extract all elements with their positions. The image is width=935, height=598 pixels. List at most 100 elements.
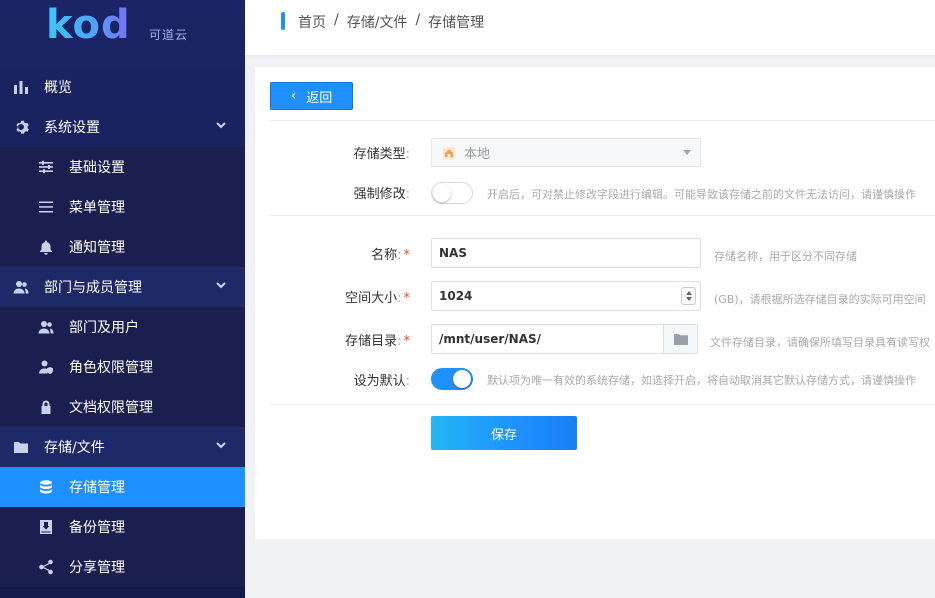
sidebar-item-storage-files[interactable]: 存储/文件 [0,427,245,467]
force-edit-toggle[interactable] [431,182,473,204]
divider [270,120,935,121]
label-colon: : [397,248,402,263]
size-input[interactable]: 1024 [431,281,701,311]
sidebar-item-label: 概览 [44,80,72,96]
sidebar-item-share-management[interactable]: 分享管理 [0,547,245,587]
sidebar-item-label: 基础设置 [69,160,125,176]
force-edit-label: 强制修改: [255,183,410,202]
default-hint: 默认项为唯一有效的系统存储，如选择开启，将自动取消其它默认存储方式，请谨慎操作 [487,374,916,387]
dir-hint: 文件存储目录，请确保所填写目录具有读写权 [710,336,930,349]
required-mark: * [403,248,411,263]
stepper-down-icon[interactable] [685,297,692,301]
sidebar-item-role-permissions[interactable]: 角色权限管理 [0,347,245,387]
storage-type-value: 本地 [464,147,491,162]
name-input-value: NAS [439,246,467,260]
label-colon: : [405,147,410,162]
chevron-down-icon [215,119,227,131]
sidebar-item-label: 通知管理 [69,240,125,256]
default-label-text: 设为默认 [353,374,406,389]
number-stepper[interactable] [681,287,696,305]
sidebar-item-label: 菜单管理 [69,200,125,216]
size-input-value: 1024 [439,289,473,303]
default-toggle[interactable] [431,368,473,390]
sidebar-item-menu-management[interactable]: 菜单管理 [0,187,245,227]
dir-input-value: /mnt/user/NAS/ [439,332,542,346]
gear-icon [12,118,30,136]
sidebar-item-basic-settings[interactable]: 基础设置 [0,147,245,187]
breadcrumb-accent-bar [281,12,285,30]
divider [270,215,935,216]
label-colon: : [397,334,402,349]
logo-mark: kod [46,2,131,48]
toggle-knob [433,184,451,202]
save-button-label: 保存 [490,427,517,443]
size-label-text: 空间大小 [345,291,398,306]
required-mark: * [403,334,411,349]
dir-label: 存储目录: * [255,330,410,349]
sidebar-item-label: 文档权限管理 [69,400,153,416]
storage-edit-panel: ‹ 返回 存储类型: 本地 强制修改: 开启后，可对禁止修改字段进行编辑。可能导… [255,67,935,539]
force-edit-label-text: 强制修改 [353,187,406,202]
back-button[interactable]: ‹ 返回 [270,82,353,110]
size-label: 空间大小: * [255,287,410,306]
browse-folder-button[interactable] [663,325,697,353]
share-icon [37,558,55,576]
breadcrumb-home[interactable]: 首页 [298,12,326,32]
label-colon: : [397,291,402,306]
user-shield-icon [37,358,55,376]
header: 首页 / 存储/文件 / 存储管理 [245,0,935,55]
save-button[interactable]: 保存 [431,416,577,450]
name-input[interactable]: NAS [431,238,701,268]
sidebar-item-label: 部门与成员管理 [44,280,142,296]
sidebar-item-label: 存储管理 [69,480,125,496]
lock-icon [37,398,55,416]
folder-icon [12,438,30,456]
sidebar-item-storage-management[interactable]: 存储管理 [0,467,245,507]
name-hint: 存储名称，用于区分不同存储 [714,250,857,263]
users-icon [12,278,30,296]
chevron-left-icon: ‹ [290,88,297,104]
dir-label-text: 存储目录 [345,334,398,349]
database-icon [37,478,55,496]
label-colon: : [405,187,410,202]
sidebar-item-system-settings[interactable]: 系统设置 [0,107,245,147]
chevron-down-icon [215,439,227,451]
sidebar-item-label: 分享管理 [69,560,125,576]
back-button-label: 返回 [306,90,333,106]
sidebar-item-departments-users[interactable]: 部门及用户 [0,307,245,347]
logo[interactable]: kod 可道云 [0,0,245,67]
sidebar-item-document-permissions[interactable]: 文档权限管理 [0,387,245,427]
name-label: 名称: * [255,244,410,263]
sidebar-item-departments-members[interactable]: 部门与成员管理 [0,267,245,307]
bar-chart-icon [12,78,30,96]
size-hint: (GB)，请根据所选存储目录的实际可用空间 [714,293,926,306]
users-icon [37,318,55,336]
breadcrumb-separator: / [415,12,421,28]
bell-icon [37,238,55,256]
default-label: 设为默认: [255,370,410,389]
sidebar-item-notification-management[interactable]: 通知管理 [0,227,245,267]
stepper-up-icon[interactable] [685,291,692,295]
home-icon [443,146,455,159]
storage-type-label-text: 存储类型 [353,147,406,162]
breadcrumb-current: 存储管理 [428,15,485,31]
chevron-down-icon [215,279,227,291]
sidebar-item-backup-management[interactable]: 备份管理 [0,507,245,547]
label-colon: : [405,374,410,389]
sidebar-item-label: 部门及用户 [69,320,139,336]
caret-down-icon [683,150,691,155]
breadcrumb-section[interactable]: 存储/文件 [347,12,408,32]
breadcrumb: 首页 / 存储/文件 / 存储管理 [298,12,484,32]
storage-type-label: 存储类型: [255,143,410,162]
menu-icon [37,198,55,216]
storage-type-select[interactable]: 本地 [431,138,701,167]
breadcrumb-separator: / [334,12,339,28]
backup-icon [37,518,55,536]
sidebar-item-label: 角色权限管理 [69,360,153,376]
sidebar: kod 可道云 概览 系统设置 基础设置 菜单管理 通知管理 部门与成员管理 部… [0,0,245,598]
sidebar-item-label: 系统设置 [44,120,100,136]
name-label-text: 名称 [371,248,398,263]
sidebar-item-overview[interactable]: 概览 [0,67,245,107]
dir-input[interactable]: /mnt/user/NAS/ [431,324,698,354]
toggle-knob [453,370,471,388]
